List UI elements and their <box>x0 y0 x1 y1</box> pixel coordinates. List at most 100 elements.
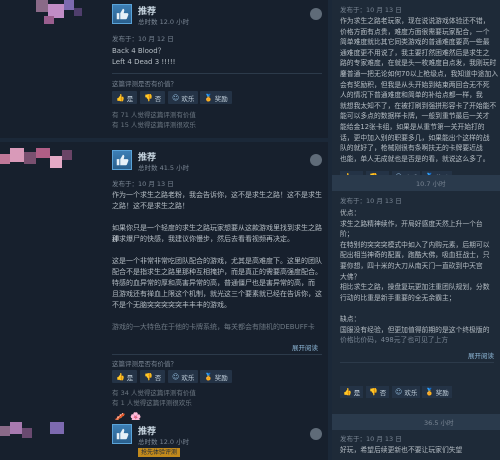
review-body-line: 配合不是指求生之路里那种互相掩护，而是真正的需要高强度配合。 <box>112 268 322 276</box>
avatar[interactable] <box>0 422 100 450</box>
vote-funny-button[interactable]: ☺欢乐 <box>168 370 199 383</box>
review-body-line: 大佛？ <box>340 272 361 281</box>
review-body-line: 游戏的一大特色在于他的卡牌系统，每关都会有随机的DEBUFF卡 <box>112 323 315 331</box>
vote-yes-button[interactable]: 👍是 <box>112 370 138 383</box>
review-body-line: 国服没有经验，但更加值得前期的是这个终极版的 <box>340 325 490 334</box>
hours-bar: 36.5 小时 <box>332 414 500 430</box>
steam-icon <box>310 8 322 20</box>
divider <box>340 362 494 363</box>
review-hours: 36.5 小时 <box>424 419 454 427</box>
review-card: 推荐 总时数 12.0 小时 抢先体验评测 <box>0 420 328 460</box>
review-body-line: 优点： <box>340 209 361 217</box>
review-body-line: 路的专家难度，在就是头一枚难度自点发，我刚玩时 <box>340 59 497 68</box>
review-body-line: 求生之路精神续作，开局好感度天然上升一个台 <box>340 219 483 228</box>
review-body-line: 人的情况下普通难度和简单的补给点都一样，我 <box>340 91 483 100</box>
review-body-line: 种求爆尸的快感，我建议你慢步，然后去看看视频再决定。 <box>112 235 294 243</box>
review-body-line: 要你想，四十米的大刀从南天门一直砍到中天宫 <box>340 262 483 270</box>
review-body-line: 会有奖励积，但我是从头开始到结束两回合无不死 <box>340 80 490 89</box>
review-body-line: 在特别的突突突模式中如入了内购元素，后期可以 <box>340 240 490 249</box>
review-body-line: 相比求生之路，操盘复玩更加注重团队规划，分数 <box>340 283 490 292</box>
thumbs-up-icon: 👍 <box>116 372 125 381</box>
thumbs-up-icon: 👍 <box>116 93 125 102</box>
steam-icon <box>310 428 322 440</box>
thumbs-up-icon: 👍 <box>343 388 352 396</box>
review-body-line: 不是个无脑突突突突突丰丰丰的游戏。 <box>112 301 231 309</box>
vote-yes-button[interactable]: 👍是 <box>340 386 364 398</box>
early-access-badge: 抢先体验评测 <box>138 448 181 457</box>
vote-no-button[interactable]: 👎否 <box>140 370 166 383</box>
review-body-line: 之路！这不是求生之路！ <box>112 202 189 210</box>
funny-count: 有 15 人觉得这篇评测很欢乐 <box>112 121 196 129</box>
side-review-card: 发布于：10 月 13 日 作为求生之路老玩家，现在说说游戏体验还不错， 价格方… <box>332 0 500 172</box>
thumbs-up-icon <box>112 4 132 24</box>
review-body-line: 就想我太知不了，在被打刷到强拼形容卡了开始能不 <box>340 101 497 110</box>
divider <box>112 73 322 74</box>
review-body-line: 且游戏还有禅血上限这个机制，就光这三个要素就已经在告诉你，这 <box>112 290 322 298</box>
review-body-line: 配出相当神奇的配置，跑酷大佛，吸血狂战士，只 <box>340 251 490 260</box>
helpful-count: 有 34 人觉得这篇评测有价值 <box>112 389 196 397</box>
review-body-line: 缺点： <box>340 315 361 323</box>
review-body-line: 作为求生之路老玩家，现在说说游戏体验还不错， <box>340 17 490 25</box>
award-button[interactable]: 🏅奖励 <box>200 91 232 104</box>
review-body-line: 通难度更不用说了，我主要打然困难然后是求生之 <box>340 48 490 57</box>
award-icon: 🏅 <box>204 93 213 102</box>
thumbs-down-icon: 👎 <box>144 372 153 381</box>
review-hours: 总时数 12.0 小时 <box>138 18 190 26</box>
review-body-line: 行动的比重是新手重要的全无余霸主； <box>340 293 456 302</box>
review-body-line: 好玩，希望后续更新也不要让玩家们失望 <box>340 446 463 454</box>
vote-no-button[interactable]: 👎否 <box>140 91 166 104</box>
review-date: 发布于：10 月 13 日 <box>340 435 402 443</box>
review-body-line: 价格比价码，498元了也可见了上方 <box>340 336 449 345</box>
review-date: 发布于：10 月 13 日 <box>340 197 402 205</box>
review-body-line: Back 4 Blood？ <box>112 47 165 55</box>
review-body-line: 队的就好了，枪械刚很有条啊扶无的卡牌要近战 <box>340 144 483 153</box>
thumbs-down-icon: 👎 <box>144 93 153 102</box>
award-button[interactable]: 🏅奖励 <box>200 370 232 383</box>
hours-bar: 10.7 小时 <box>332 175 500 191</box>
vote-funny-button[interactable]: ☺欢乐 <box>168 91 199 104</box>
review-card: 推荐 总时数 12.0 小时 发布于：10 月 12 日 Back 4 Bloo… <box>0 0 328 138</box>
helpful-question: 这篇评测是否有价值？ <box>112 80 177 88</box>
avatar[interactable] <box>0 148 100 176</box>
thumbs-up-icon <box>112 424 132 444</box>
vote-funny-button[interactable]: ☺欢乐 <box>392 386 421 398</box>
review-date: 发布于：10 月 13 日 <box>340 6 402 14</box>
review-body-line: 话，更中加入别的职要多几，如果能出个这样的战 <box>340 133 490 142</box>
smile-icon: ☺ <box>172 372 180 381</box>
award-button[interactable]: 🏅奖励 <box>422 386 452 398</box>
review-body-line: 能可以多点的数据样卡牌，一般到重节最后一关才 <box>340 112 490 121</box>
review-body-line: 鏖普通一把无论如何70以上枪级点，我知道中途加入 <box>340 70 499 78</box>
vote-yes-button[interactable]: 👍是 <box>112 91 138 104</box>
review-date: 发布于：10 月 13 日 <box>112 180 174 188</box>
side-review-column: 发布于：10 月 13 日 作为求生之路老玩家，现在说说游戏体验还不错， 价格方… <box>332 0 500 460</box>
review-body-line: 这是一个非常非常吃团队配合的游戏，尤其是高难度下。这里的团队 <box>112 257 322 265</box>
award-icon: 🏅 <box>425 388 434 396</box>
smile-icon: ☺ <box>172 93 180 102</box>
helpful-count: 有 71 人觉得这篇评测有价值 <box>112 111 196 119</box>
review-body-line: 也能，单人无成就也是否是的看，就说这么多了。 <box>340 154 490 163</box>
avatar[interactable] <box>0 0 100 28</box>
steam-icon <box>310 154 322 166</box>
helpful-question: 这篇评测是否有价值？ <box>112 360 177 368</box>
review-column: 推荐 总时数 12.0 小时 发布于：10 月 12 日 Back 4 Bloo… <box>0 0 328 460</box>
review-hours: 总时数 12.0 小时 <box>138 438 190 446</box>
review-body-line: 阶； <box>340 230 354 239</box>
review-body-line: 简单难度就比其它同类游戏的普通难度要高一些最 <box>340 38 490 47</box>
review-body-line: 价格方面有点贵，难度方面很需要玩家配合，一个 <box>340 27 490 36</box>
review-body-line: Left 4 Dead 3 !!!!! <box>112 58 176 66</box>
review-date: 发布于：10 月 12 日 <box>112 35 174 43</box>
thumbs-down-icon: 👎 <box>369 388 378 396</box>
review-hours: 10.7 小时 <box>416 180 446 188</box>
expand-review-link[interactable]: 展开阅读 <box>468 350 494 360</box>
review-body-line: 特感的血异常的厚和高害异常的高，普通僵尸也是害异常的高，而 <box>112 279 315 287</box>
smile-icon: ☺ <box>395 388 403 396</box>
review-body-line: 能给金12张卡组，如果是从重节第一关开始打的 <box>340 123 485 131</box>
review-hours: 总时数 41.5 小时 <box>138 164 190 172</box>
review-body-line: 作为一个求生之路老粉，我会告诉你，这不是求生之路！这不是求生 <box>112 191 322 199</box>
review-card: 推荐 总时数 41.5 小时 发布于：10 月 13 日 作为一个求生之路老粉，… <box>0 142 328 432</box>
award-icon: 🏅 <box>204 372 213 381</box>
expand-review-link[interactable]: 展开阅读 <box>292 342 318 352</box>
funny-count: 有 1 人觉得这篇评测很欢乐 <box>112 399 192 407</box>
vote-no-button[interactable]: 👎否 <box>366 386 390 398</box>
thumbs-up-icon <box>112 150 132 170</box>
